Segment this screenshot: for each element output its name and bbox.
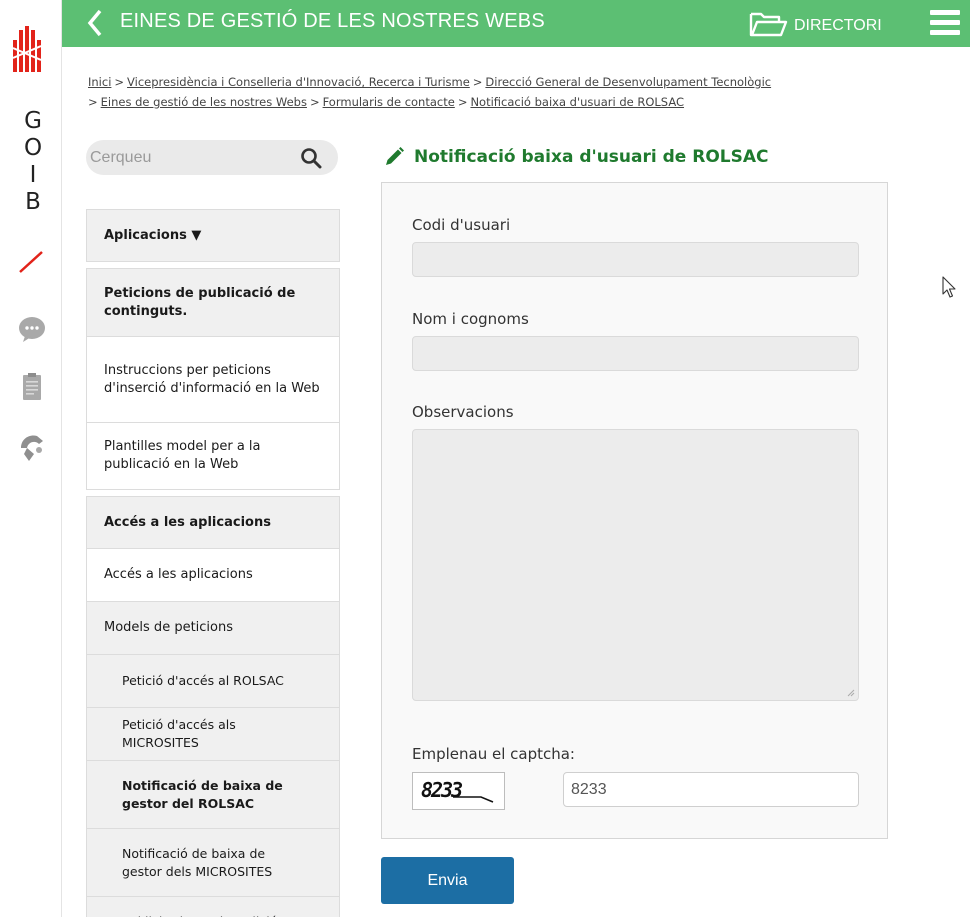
captcha-input[interactable]: 8233 (563, 772, 859, 807)
full-name-label: Nom i cognoms (412, 310, 529, 328)
breadcrumb: Inici > Vicepresidència i Conselleria d'In… (88, 75, 772, 109)
goib-letter: I (29, 162, 37, 188)
sidebar-section: Peticions de publicació de continguts. I… (86, 268, 340, 490)
goib-letter: G (24, 108, 42, 134)
folder-icon (749, 12, 788, 37)
site-section-title[interactable]: EINES DE GESTIÓ DE LES NOSTRES WEBS (120, 10, 545, 33)
goib-wordmark: G O I B (20, 108, 46, 216)
sidebar-item-aplicacions[interactable]: Aplicacions ▼ (87, 210, 339, 261)
observations-label: Observacions (412, 403, 514, 421)
sidebar-subitem-microsites[interactable]: Petició d'accés als MICROSITES (87, 707, 339, 760)
breadcrumb-link[interactable]: Vicepresidència i Conselleria d'Innovaci… (127, 75, 470, 89)
sidebar-item-peticions-publicacio[interactable]: Peticions de publicació de continguts. (87, 269, 339, 336)
back-chevron-icon[interactable] (85, 8, 105, 38)
top-navigation-bar: EINES DE GESTIÓ DE LES NOSTRES WEBS DIRE… (62, 0, 970, 47)
sidebar-item-models[interactable]: Models de peticions (87, 601, 339, 654)
sidebar-item-acces-header[interactable]: Accés a les aplicacions (87, 497, 339, 548)
menu-hamburger-icon[interactable] (930, 10, 960, 36)
search-input[interactable] (90, 140, 290, 175)
user-code-field[interactable] (412, 242, 859, 277)
accessibility-icon[interactable] (17, 432, 47, 462)
sidebar-subitem-baixa-rolsac[interactable]: Notificació de baixa de gestor del ROLSA… (87, 760, 339, 828)
observations-textarea[interactable] (412, 429, 859, 701)
sidebar-item-plantilles[interactable]: Plantilles model per a la publicació en … (87, 422, 339, 489)
breadcrumb-link[interactable]: Eines de gestió de les nostres Webs (101, 95, 307, 109)
captcha-noise-line (453, 796, 494, 803)
contact-form: Codi d'usuari Nom i cognoms Observacions… (381, 182, 888, 839)
breadcrumb-link[interactable]: Formularis de contacte (323, 95, 455, 109)
form-heading: Notificació baixa d'usuari de ROLSAC (383, 146, 769, 168)
chat-icon[interactable] (17, 314, 47, 344)
directory-label: DIRECTORI (794, 17, 882, 34)
captcha-image: 8233 (412, 772, 505, 810)
brand-rail: G O I B (0, 0, 62, 917)
goib-logo-icon[interactable] (13, 26, 41, 74)
sidebar-item-acces[interactable]: Accés a les aplicacions (87, 548, 339, 601)
pencil-icon (386, 147, 404, 165)
directory-button[interactable]: DIRECTORI (748, 6, 882, 42)
sidebar-subitem-sollicitud[interactable]: Sol·licitud permiss edició (87, 896, 339, 917)
captcha-label: Emplenau el captcha: (412, 745, 575, 763)
clipboard-icon[interactable] (17, 372, 47, 402)
sidebar-section: Accés a les aplicacions Accés a les apli… (86, 496, 340, 917)
user-code-label: Codi d'usuari (412, 216, 511, 234)
sidebar-section: Aplicacions ▼ (86, 209, 340, 262)
goib-letter: B (25, 189, 41, 215)
resize-grip-icon[interactable] (847, 689, 855, 697)
sidebar-menu: Aplicacions ▼ Peticions de publicació de… (86, 209, 340, 917)
sidebar-subitem-rolsac[interactable]: Petició d'accés al ROLSAC (87, 654, 339, 707)
page-title: Notificació baixa d'usuari de ROLSAC (414, 147, 769, 167)
sidebar-subitem-baixa-microsites[interactable]: Notificació de baixa de gestor dels MICR… (87, 828, 339, 896)
red-slash-icon (19, 251, 43, 273)
sidebar-item-instruccions[interactable]: Instruccions per peticions d'inserció d'… (87, 336, 339, 422)
breadcrumb-current[interactable]: Notificació baixa d'usuari de ROLSAC (470, 95, 684, 109)
submit-button[interactable]: Envia (381, 857, 514, 904)
breadcrumb-link[interactable]: Inici (88, 75, 111, 89)
search-box (86, 140, 338, 175)
goib-letter: O (23, 135, 43, 161)
search-icon[interactable] (300, 147, 322, 169)
mouse-pointer-icon (942, 276, 956, 298)
breadcrumb-link[interactable]: Direcció General de Desenvolupament Tecn… (485, 75, 771, 89)
full-name-field[interactable] (412, 336, 859, 371)
